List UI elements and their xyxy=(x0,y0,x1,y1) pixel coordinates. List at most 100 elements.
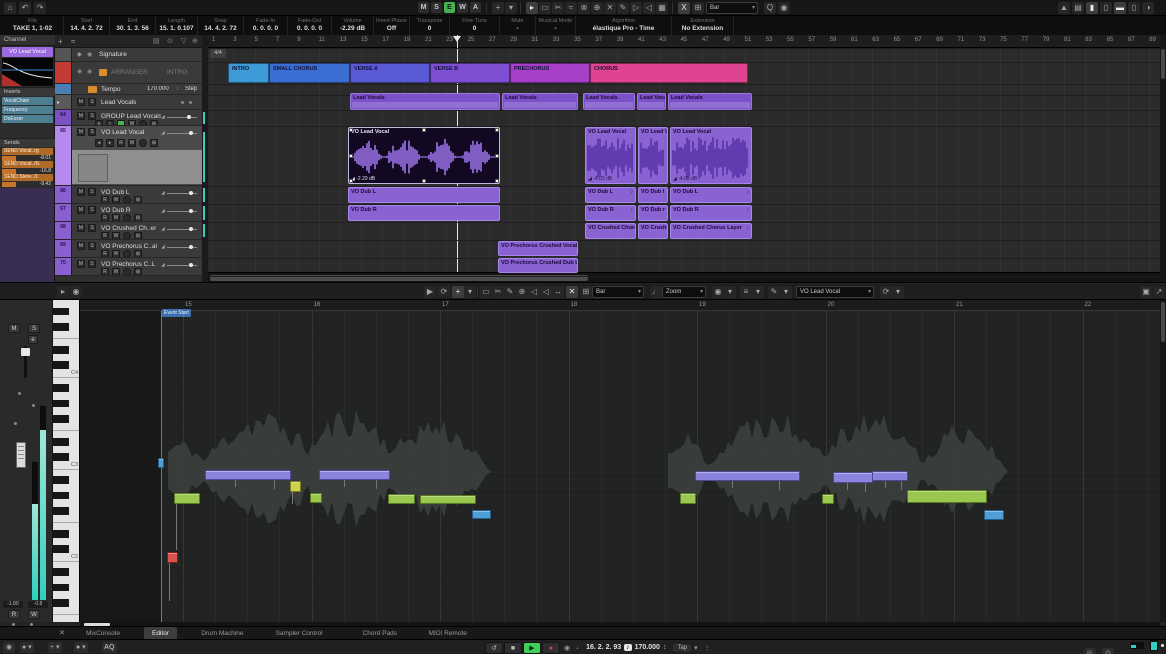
piano-key-black[interactable] xyxy=(53,476,69,484)
redo-icon[interactable]: ↷ xyxy=(34,2,46,14)
audio-event-vo-dub-l[interactable]: VO Dub l xyxy=(638,187,668,203)
eye-icon[interactable]: ◉ xyxy=(712,286,724,298)
variaudio-segment[interactable] xyxy=(388,494,415,504)
monitor-dot[interactable] xyxy=(123,250,131,257)
peak-value-right[interactable]: -0.8 xyxy=(28,601,48,608)
track-fader-handle[interactable] xyxy=(189,191,193,195)
track-lane-area[interactable] xyxy=(72,150,202,184)
freeze-button[interactable]: ⊞ xyxy=(134,232,142,239)
track-tempo[interactable]: Tempo 170.000 ↕ Step xyxy=(55,84,202,95)
read-button[interactable]: R xyxy=(101,250,109,257)
trim-icon[interactable]: ▭ xyxy=(480,286,492,298)
tap-tempo-button[interactable]: Tap xyxy=(673,643,692,652)
range-select-tool-icon[interactable]: ▭ xyxy=(539,2,551,14)
sync-icon[interactable]: ◉ xyxy=(564,644,570,652)
audio-event-vo-lead-vocal[interactable]: VO Lead Vocal ◢ -4.03 dB xyxy=(670,127,752,184)
record-button[interactable]: ● xyxy=(542,641,560,654)
track-fader[interactable] xyxy=(167,117,197,118)
peak-value-left[interactable]: -1.80 xyxy=(3,601,23,608)
write-button[interactable]: W xyxy=(112,250,120,257)
info-extension[interactable]: Extension No Extension xyxy=(672,16,734,35)
song-position[interactable]: 16. 2. 2. 93 xyxy=(586,644,621,651)
editor-solo-icon[interactable]: ▸ xyxy=(57,286,69,298)
audio-event-vo-prechorus-crushed-vocal[interactable]: VO Prechorus Crushed Vocal ♪ xyxy=(498,241,578,256)
mute-tool-icon[interactable]: ✕ xyxy=(604,2,616,14)
piano-key-black[interactable] xyxy=(53,453,69,461)
track-signature[interactable]: ◆ ◉ Signature xyxy=(55,48,202,62)
list-icon[interactable]: ≡ xyxy=(740,286,752,298)
midi-activity-icon[interactable]: ⊙ xyxy=(1102,648,1114,654)
variaudio-segment[interactable] xyxy=(833,472,873,483)
editor-snap-icon[interactable]: ✕ xyxy=(566,286,578,298)
object-select-tool-icon[interactable]: ▸ xyxy=(526,2,538,14)
eye-icon[interactable]: ◉ xyxy=(87,68,92,75)
metronome-icon[interactable]: ◉ xyxy=(3,642,15,653)
freeze-button[interactable]: ⊞ xyxy=(134,214,142,221)
info-musical-mode[interactable]: Musical Mode - xyxy=(536,16,576,35)
track-vo-dub-l[interactable]: 66 M S VO Dub L ◢ R W ⊞ xyxy=(55,186,202,204)
cycle-button[interactable]: ↺ xyxy=(485,641,503,654)
monitor-dot[interactable] xyxy=(123,214,131,221)
info-invert-phase[interactable]: Invert Phase Off xyxy=(374,16,410,35)
track-group-lead-vocals[interactable]: 64 M S GROUP Lead Vocals ◢ e ≈ W ⊞ xyxy=(55,110,202,126)
write-button[interactable]: W xyxy=(112,196,120,203)
piano-key-black[interactable] xyxy=(53,507,69,515)
scrub-tool-icon[interactable]: ◁ xyxy=(643,2,655,14)
track-vo-prechorus-c-l[interactable]: 70 M S VO Prechorus C..L ◢ R W ⊞ xyxy=(55,258,202,276)
piano-key-black[interactable] xyxy=(53,415,69,423)
project-ruler[interactable]: 1 3 5 7 9 11 13 15 17 19 21 23 25 27 29 31 33 35 37 39 41 43 4… xyxy=(208,35,1160,48)
grid-icon[interactable]: ⊞ xyxy=(692,2,704,14)
freeze-button[interactable]: ⊞ xyxy=(150,139,158,147)
snap-toggle-icon[interactable]: X xyxy=(678,2,690,14)
zoom-tool-icon[interactable]: ⊕ xyxy=(591,2,603,14)
variaudio-segment[interactable] xyxy=(174,493,200,504)
list-dropdown-icon[interactable]: ▾ xyxy=(752,286,764,298)
track-fader-handle[interactable] xyxy=(189,263,193,267)
read-automation-button[interactable]: R xyxy=(8,610,20,619)
audio-event-vo-lead-vocal[interactable]: VO Lead Vocal ◢ -4.03 dB xyxy=(585,127,636,184)
piano-key-black[interactable] xyxy=(53,491,69,500)
undo-icon[interactable]: ↶ xyxy=(19,2,31,14)
grid-type-select[interactable]: Bar ▾ xyxy=(706,2,758,14)
insert-slot-vocalchain[interactable]: VocalChain xyxy=(2,97,53,105)
zoom-icon[interactable]: ⊕ xyxy=(516,286,528,298)
editor-vscrollbar[interactable] xyxy=(1160,300,1166,622)
window-layout-icon-3[interactable]: ▮ xyxy=(1086,2,1098,14)
variaudio-segment[interactable] xyxy=(290,481,301,492)
editor-mute-button[interactable]: M xyxy=(8,324,20,333)
read-button[interactable]: R xyxy=(101,196,109,203)
iterative-quantize-icon[interactable]: ◉ xyxy=(778,2,790,14)
editor-volume-fader[interactable] xyxy=(21,346,30,378)
insert-slot-frequency[interactable]: Frequency xyxy=(2,106,53,114)
track-fader-handle[interactable] xyxy=(189,245,193,249)
solo-button[interactable]: S xyxy=(88,112,96,120)
audio-event-vo-crushed-chorus-layer[interactable]: VO Crushed Chorus Layer ♪ xyxy=(670,223,752,239)
state-button-e[interactable]: E xyxy=(444,2,455,13)
editor-loop-icon[interactable]: ⟳ xyxy=(438,286,450,298)
mute-button[interactable]: M xyxy=(77,242,85,250)
audio-event-vo-dub-l[interactable]: VO Dub L ♪ xyxy=(670,187,752,203)
folder-event[interactable]: Lead Vocals xyxy=(502,93,578,110)
folder-event[interactable]: Lead Vocals xyxy=(637,93,666,110)
audition-icon[interactable]: ◁ xyxy=(528,286,540,298)
mute-button[interactable]: M xyxy=(77,128,85,136)
audio-event-vo-dub-l[interactable]: VO Dub L xyxy=(348,187,500,203)
arranger-section-verse-b[interactable]: VERSE B xyxy=(430,63,510,83)
read-button[interactable]: R xyxy=(101,268,109,275)
project-hscrollbar[interactable] xyxy=(208,272,1160,282)
mute-button[interactable]: M xyxy=(77,98,85,106)
arranger-section-small-chorus[interactable]: SMALL CHORUS xyxy=(269,63,350,83)
state-button-m[interactable]: M xyxy=(418,2,429,13)
edited-part-select[interactable]: VO Lead Vocal ▾ xyxy=(796,286,874,298)
tempo-lock-icon[interactable] xyxy=(88,86,97,93)
freeze-button[interactable]: ⊞ xyxy=(134,250,142,257)
audio-event-vo-prechorus-crushed-dub-l[interactable]: VO Prechorus Crushed Dub L xyxy=(498,258,578,273)
track-arranger[interactable]: ◉ ◉ ARRANGER INTRO xyxy=(55,62,202,84)
left-arrow[interactable]: ◂ xyxy=(95,139,103,147)
editor-window-icon[interactable]: ▣ xyxy=(1140,286,1152,298)
track-control-dot[interactable] xyxy=(181,101,184,104)
part-loop-dropdown-icon[interactable]: ▾ xyxy=(892,286,904,298)
variaudio-segment[interactable] xyxy=(420,495,476,504)
variaudio-segment[interactable] xyxy=(167,552,178,563)
variaudio-segment[interactable] xyxy=(984,510,1004,520)
